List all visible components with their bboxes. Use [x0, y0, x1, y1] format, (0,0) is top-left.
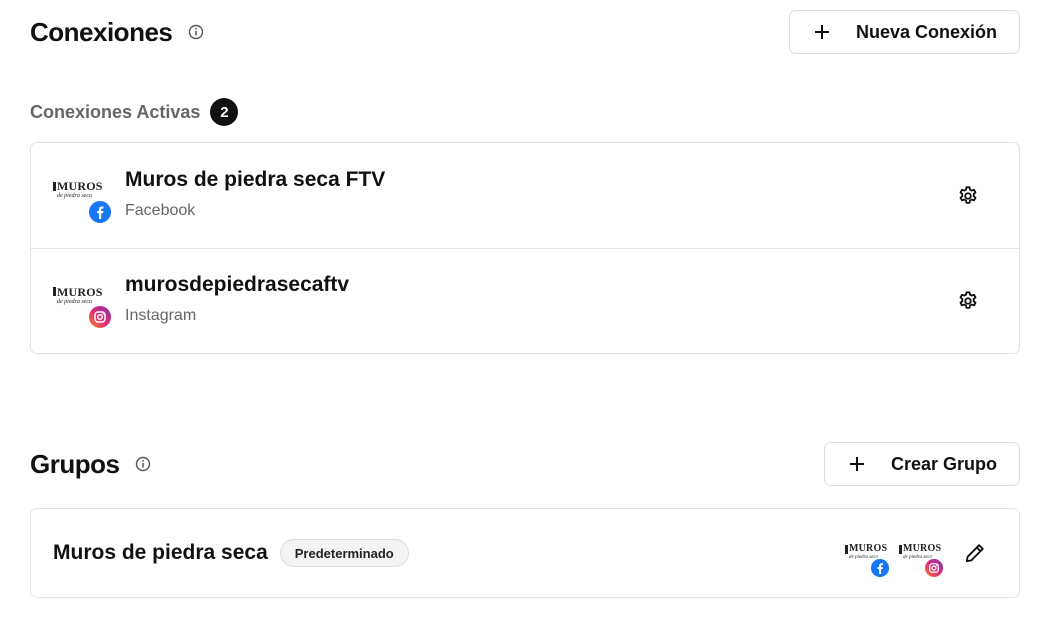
connection-info: Muros de piedra seca FTV Facebook — [125, 168, 385, 220]
instagram-icon — [923, 557, 945, 579]
group-avatar-facebook: MUROS de piedra seca — [845, 539, 891, 579]
groups-header: Grupos Crear Grupo — [30, 442, 1020, 486]
create-group-button[interactable]: Crear Grupo — [823, 442, 1020, 486]
info-icon[interactable] — [135, 456, 151, 472]
settings-gear-icon[interactable] — [957, 185, 979, 207]
group-connection-avatars: MUROS de piedra seca MUROS de piedra sec… — [835, 539, 945, 579]
group-name: Muros de piedra seca — [53, 541, 268, 564]
group-row[interactable]: Muros de piedra seca Predeterminado MURO… — [30, 508, 1020, 598]
groups-title: Grupos — [30, 448, 120, 479]
connection-row-facebook[interactable]: MUROS de piedra seca Muros de piedra sec… — [31, 143, 1019, 248]
active-connections-label: Conexiones Activas — [30, 101, 201, 122]
connection-network: Facebook — [125, 201, 196, 219]
instagram-icon — [87, 304, 113, 330]
new-connection-button[interactable]: Nueva Conexión — [788, 10, 1020, 54]
connection-avatar: MUROS de piedra seca — [53, 171, 113, 225]
new-connection-label: Nueva Conexión — [855, 21, 997, 42]
connection-info: murosdepiedrasecaftv Instagram — [125, 273, 349, 325]
group-avatar-instagram: MUROS de piedra seca — [899, 539, 945, 579]
plus-icon — [847, 454, 867, 474]
facebook-icon — [869, 557, 891, 579]
info-icon[interactable] — [188, 24, 204, 40]
settings-gear-icon[interactable] — [957, 290, 979, 312]
connection-name: murosdepiedrasecaftv — [125, 273, 350, 296]
create-group-label: Crear Grupo — [890, 453, 997, 474]
active-connections-header: Conexiones Activas 2 — [30, 98, 239, 126]
default-badge: Predeterminado — [279, 539, 409, 567]
groups-title-group: Grupos — [30, 449, 151, 480]
connections-title: Conexiones — [30, 16, 173, 47]
facebook-icon — [87, 198, 113, 225]
connections-header: Conexiones Nueva Conexión — [30, 10, 1020, 54]
edit-pencil-icon[interactable] — [964, 542, 986, 564]
connection-avatar: MUROS de piedra seca — [53, 276, 113, 330]
connections-title-group: Conexiones — [30, 17, 204, 48]
connection-row-instagram[interactable]: MUROS de piedra seca murosdepiedrasecaft… — [31, 248, 1019, 353]
connections-list: MUROS de piedra seca Muros de piedra sec… — [30, 142, 1020, 354]
plus-icon — [812, 22, 832, 42]
connection-network: Instagram — [125, 307, 197, 324]
connection-name: Muros de piedra seca FTV — [125, 167, 386, 191]
active-count-badge: 2 — [210, 98, 239, 126]
